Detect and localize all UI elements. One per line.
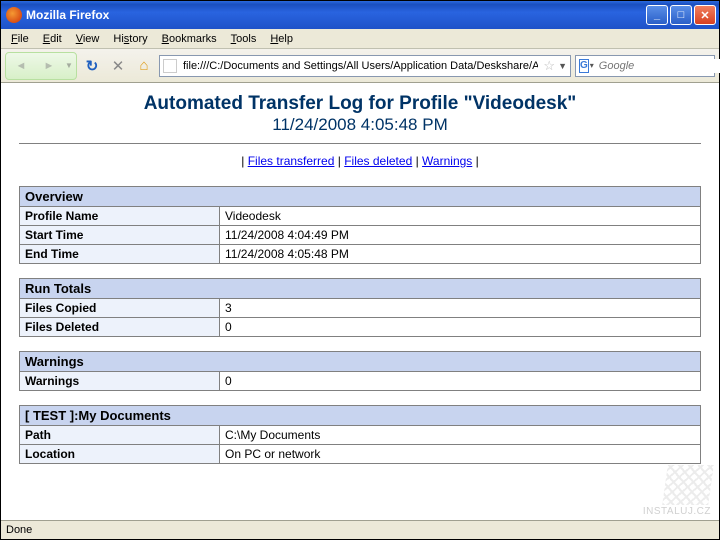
watermark-text: INSTALUJ.CZ — [643, 506, 711, 517]
watermark: INSTALUJ.CZ — [643, 465, 711, 517]
url-input[interactable] — [181, 59, 540, 73]
row-value: 11/24/2008 4:04:49 PM — [220, 226, 701, 245]
bookmark-star-icon[interactable]: ☆ — [543, 58, 555, 74]
test-table: [ TEST ]:My Documents PathC:\My Document… — [19, 405, 701, 464]
row-value: 0 — [220, 318, 701, 337]
row-label: Location — [20, 445, 220, 464]
row-label: Warnings — [20, 372, 220, 391]
row-label: Start Time — [20, 226, 220, 245]
search-engine-dropdown[interactable]: ▾ — [590, 61, 594, 70]
row-value: 0 — [220, 372, 701, 391]
link-files-deleted[interactable]: Files deleted — [344, 154, 412, 168]
row-label: Path — [20, 426, 220, 445]
overview-heading: Overview — [20, 187, 701, 207]
warnings-table: Warnings Warnings0 — [19, 351, 701, 391]
url-bar[interactable]: ☆ ▼ — [159, 55, 571, 77]
row-value: 11/24/2008 4:05:48 PM — [220, 245, 701, 264]
url-dropdown-icon[interactable]: ▼ — [558, 61, 567, 71]
row-value: C:\My Documents — [220, 426, 701, 445]
reload-button[interactable]: ↻ — [81, 55, 103, 77]
overview-table: Overview Profile NameVideodesk Start Tim… — [19, 186, 701, 264]
forward-button[interactable]: ► — [35, 54, 63, 78]
row-value: On PC or network — [220, 445, 701, 464]
row-label: End Time — [20, 245, 220, 264]
warnings-heading: Warnings — [20, 352, 701, 372]
row-value: 3 — [220, 299, 701, 318]
run-totals-heading: Run Totals — [20, 279, 701, 299]
firefox-icon — [6, 7, 22, 23]
row-value: Videodesk — [220, 207, 701, 226]
menu-view[interactable]: View — [70, 31, 106, 47]
browser-content: Automated Transfer Log for Profile "Vide… — [1, 83, 719, 520]
link-files-transferred[interactable]: Files transferred — [248, 154, 335, 168]
row-label: Files Copied — [20, 299, 220, 318]
row-label: Files Deleted — [20, 318, 220, 337]
minimize-button[interactable]: _ — [646, 5, 668, 25]
back-button[interactable]: ◄ — [7, 54, 35, 78]
window-titlebar: Mozilla Firefox _ □ ✕ — [1, 1, 719, 29]
test-heading: [ TEST ]:My Documents — [20, 406, 701, 426]
menu-history[interactable]: History — [107, 31, 153, 47]
close-button[interactable]: ✕ — [694, 5, 716, 25]
report-subtitle: 11/24/2008 4:05:48 PM — [19, 115, 701, 135]
menu-help[interactable]: Help — [264, 31, 299, 47]
status-bar: Done — [1, 520, 719, 539]
nav-button-group: ◄ ► ▼ — [5, 52, 77, 80]
divider — [19, 143, 701, 144]
search-input[interactable] — [597, 59, 720, 73]
run-totals-table: Run Totals Files Copied3 Files Deleted0 — [19, 278, 701, 337]
search-bar[interactable]: G ▾ 🔍 — [575, 55, 715, 77]
menu-bar: File Edit View History Bookmarks Tools H… — [1, 29, 719, 49]
menu-tools[interactable]: Tools — [225, 31, 263, 47]
stop-button[interactable]: ✕ — [107, 55, 129, 77]
maximize-button[interactable]: □ — [670, 5, 692, 25]
row-label: Profile Name — [20, 207, 220, 226]
home-button[interactable]: ⌂ — [133, 55, 155, 77]
page-identity-icon — [163, 59, 177, 73]
search-engine-icon[interactable]: G — [579, 59, 589, 73]
menu-file[interactable]: File — [5, 31, 35, 47]
menu-bookmarks[interactable]: Bookmarks — [156, 31, 223, 47]
watermark-logo-icon — [662, 465, 714, 505]
nav-history-dropdown[interactable]: ▼ — [63, 54, 75, 78]
navigation-toolbar: ◄ ► ▼ ↻ ✕ ⌂ ☆ ▼ G ▾ 🔍 — [1, 49, 719, 83]
link-warnings[interactable]: Warnings — [422, 154, 472, 168]
menu-edit[interactable]: Edit — [37, 31, 68, 47]
window-title: Mozilla Firefox — [26, 8, 646, 22]
report-links-row: | Files transferred | Files deleted | Wa… — [19, 154, 701, 168]
status-text: Done — [6, 524, 32, 536]
report-title: Automated Transfer Log for Profile "Vide… — [19, 93, 701, 115]
